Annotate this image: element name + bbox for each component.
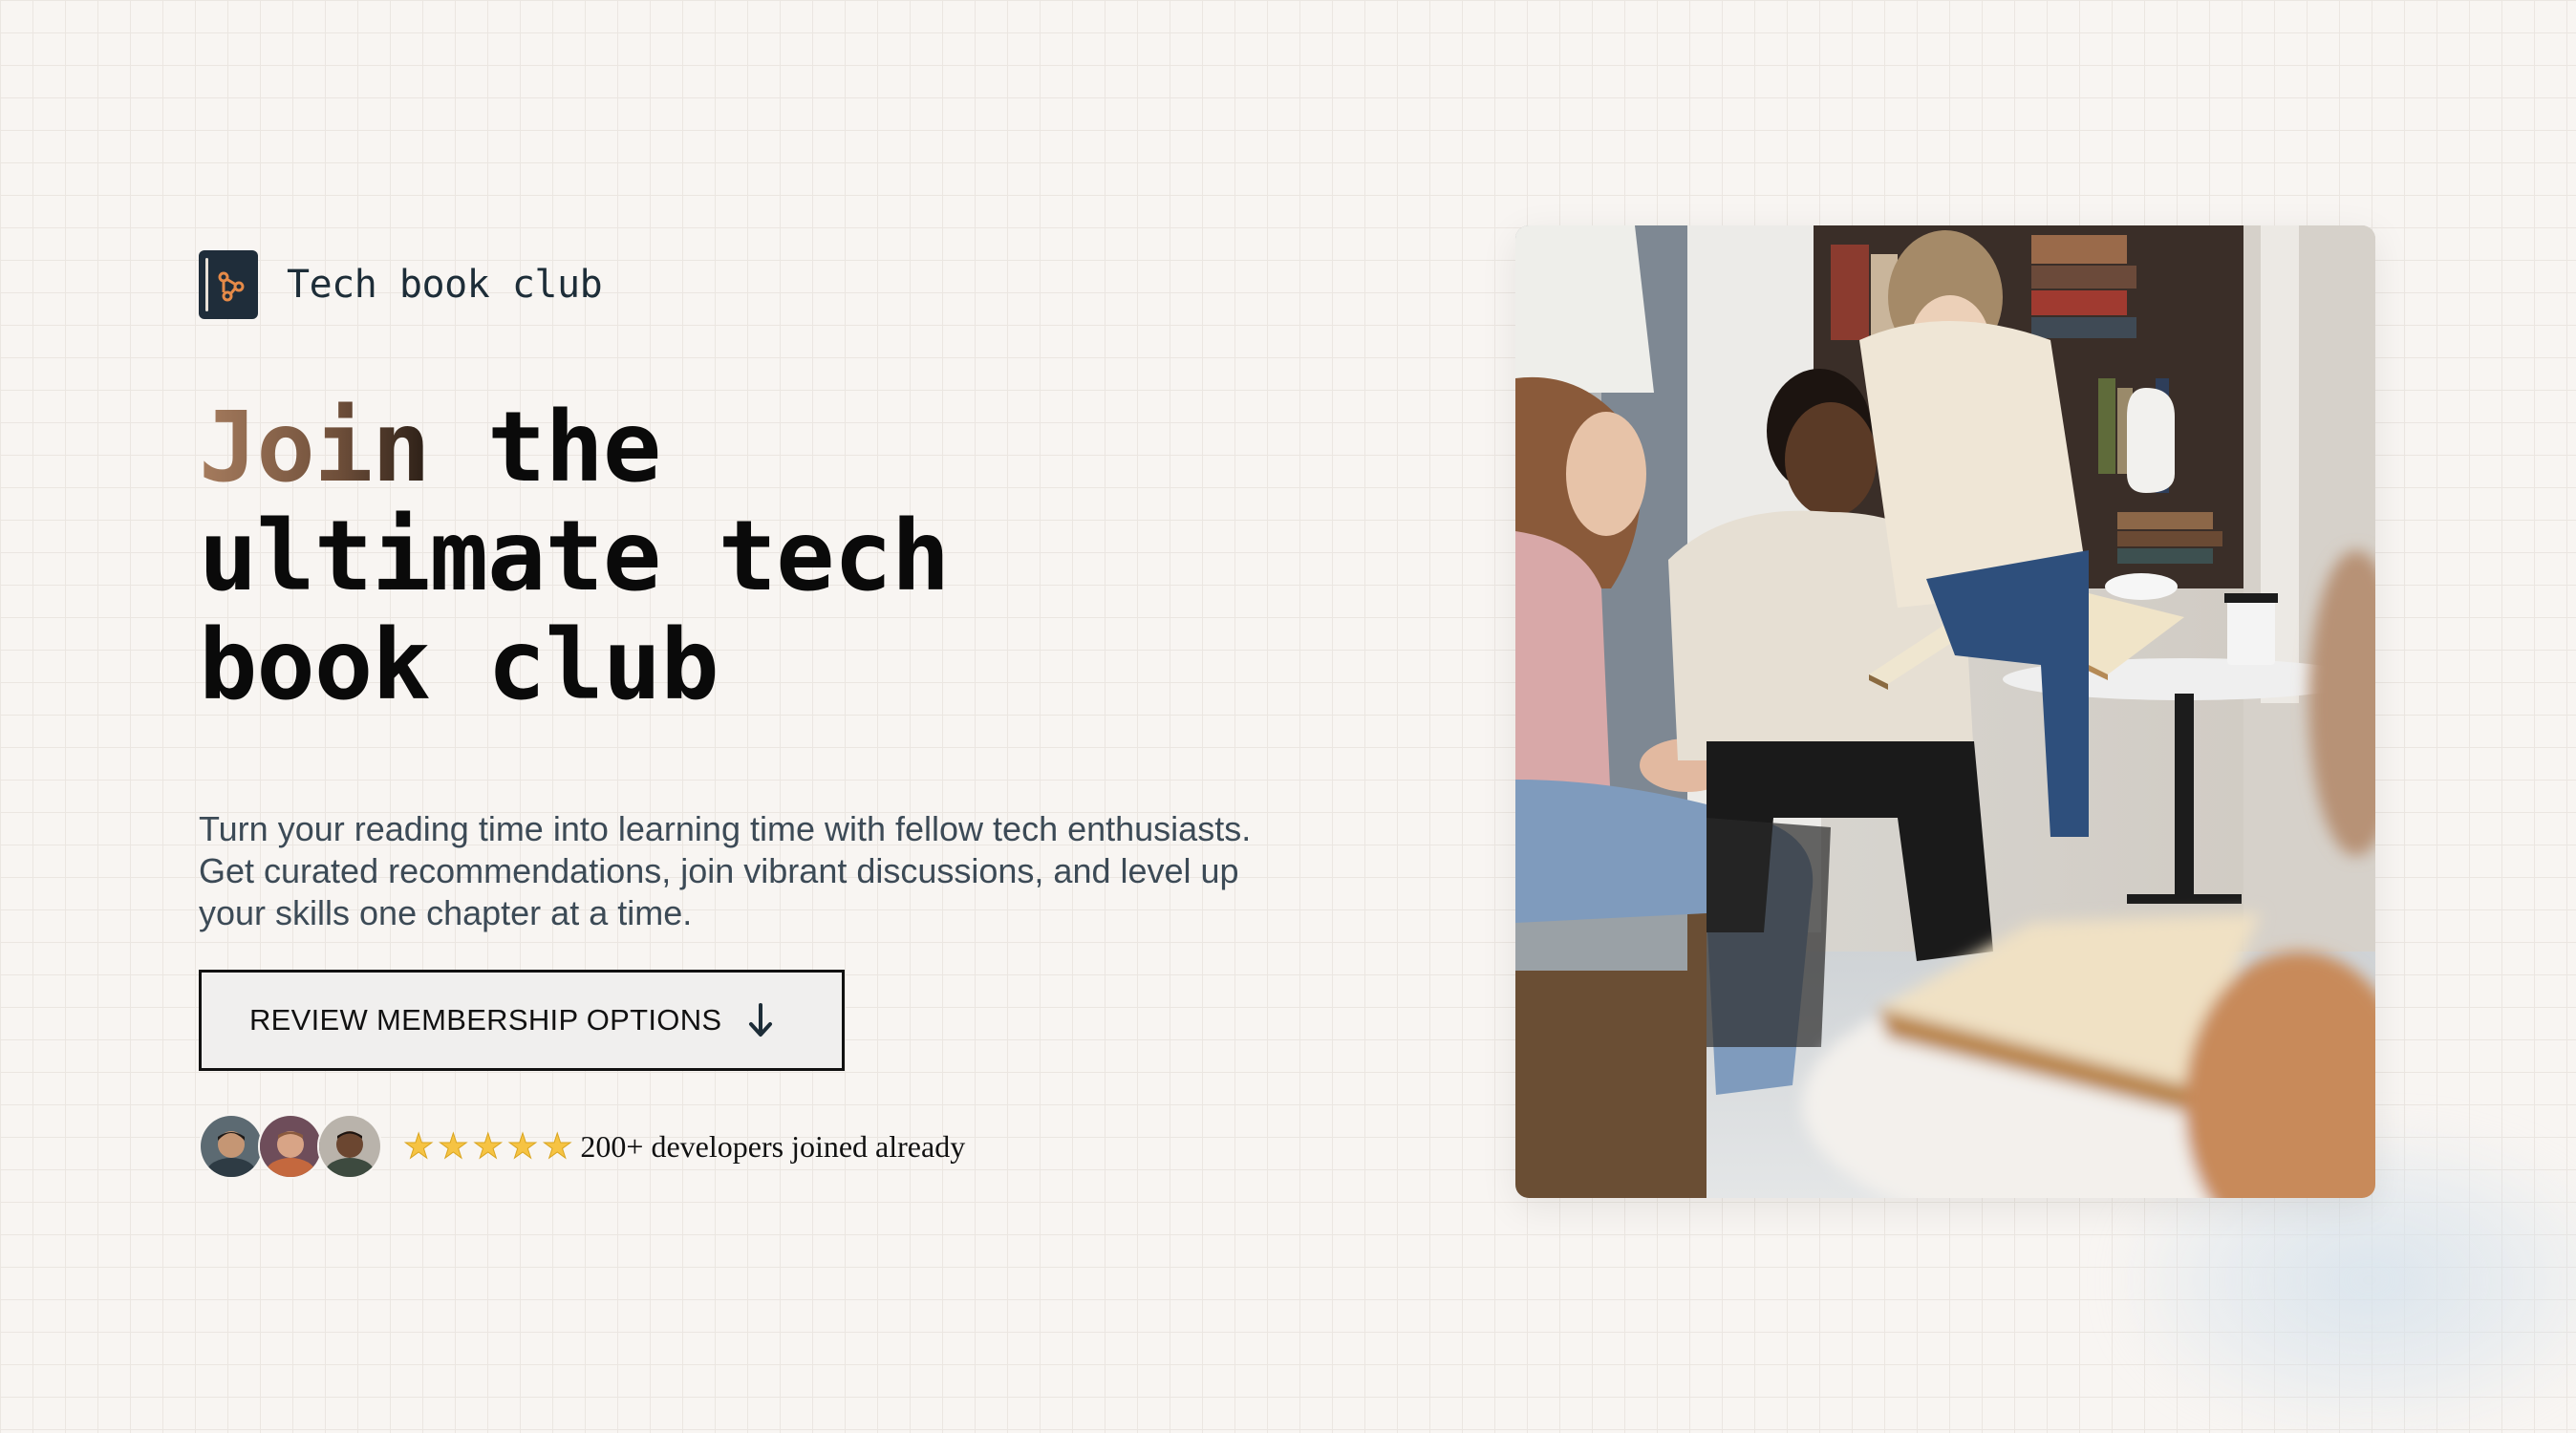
star-icon: ★ <box>542 1126 573 1166</box>
review-membership-button[interactable]: REVIEW MEMBERSHIP OPTIONS <box>199 970 845 1071</box>
readers-group-photo <box>1515 225 2375 1198</box>
book-branch-icon <box>199 250 258 319</box>
brand[interactable]: Tech book club <box>199 250 603 319</box>
arrow-down-icon <box>746 1002 775 1038</box>
member-avatar-3 <box>317 1114 382 1179</box>
headline-line2: ultimate tech <box>199 500 950 613</box>
cta-label: REVIEW MEMBERSHIP OPTIONS <box>249 1003 722 1037</box>
headline-line1-rest: the <box>429 391 661 504</box>
brand-name: Tech book club <box>287 263 603 307</box>
star-icon: ★ <box>506 1126 539 1166</box>
headline-line3: book club <box>199 609 719 722</box>
headline-highlight: Join <box>199 391 431 504</box>
avatar-group <box>199 1114 382 1179</box>
member-avatar-1 <box>199 1114 264 1179</box>
star-icon: ★ <box>472 1126 504 1166</box>
star-icon: ★ <box>402 1126 435 1166</box>
hero-headline: Join the ultimate tech book club <box>199 391 950 722</box>
social-proof: ★ ★ ★ ★ ★ 200+ developers joined already <box>199 1114 965 1179</box>
social-proof-text: 200+ developers joined already <box>580 1128 966 1164</box>
hero-description: Turn your reading time into learning tim… <box>199 809 1252 932</box>
star-icon: ★ <box>438 1126 469 1166</box>
member-avatar-2 <box>258 1114 323 1179</box>
rating-stars: ★ ★ ★ ★ ★ <box>402 1126 573 1166</box>
